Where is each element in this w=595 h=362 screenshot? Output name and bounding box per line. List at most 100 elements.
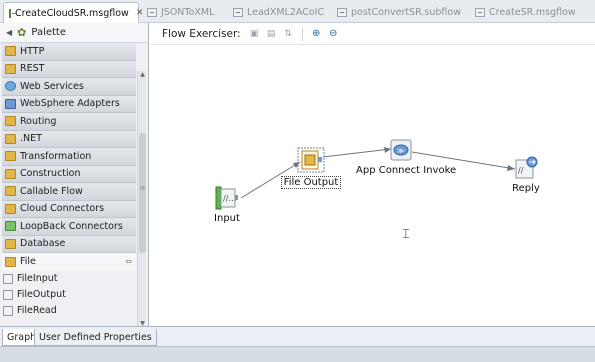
status-bar: [0, 346, 595, 362]
drawer-rest[interactable]: REST: [2, 60, 136, 78]
drawer-label: Web Services: [20, 80, 84, 92]
folder-icon: [5, 46, 16, 57]
editor-tab-bar: CreateCloudSR.msgflow ✕ JSONToXML LeadXM…: [0, 0, 595, 23]
tab-label: postConvertSR.subflow: [351, 7, 461, 18]
app-connect-invoke-icon: ≫: [390, 139, 412, 161]
scroll-grip-icon: ≡: [139, 184, 146, 192]
canvas-toolbar: Flow Exerciser: ▣ ▤ ⇅ ⊕ ⊖: [150, 23, 595, 45]
node-label: Input: [214, 213, 240, 224]
subflow-file-icon: [337, 8, 347, 17]
drawer-label: Database: [20, 238, 66, 250]
drawer-file[interactable]: File ⇔: [2, 253, 136, 271]
node-file-output[interactable]: File Output: [266, 146, 356, 189]
folder-icon: [5, 203, 16, 214]
drawer-label: Construction: [20, 168, 81, 180]
start-flow-exerciser-icon[interactable]: ▣: [249, 28, 260, 39]
drawer-label: File: [20, 256, 36, 268]
node-label: App Connect Invoke: [356, 165, 457, 176]
palette-scrollbar[interactable]: ▲ ≡ ▼: [137, 71, 146, 326]
record-message-icon[interactable]: ▤: [266, 28, 277, 39]
drawer-loopback-connectors[interactable]: LoopBack Connectors: [2, 218, 136, 236]
loopback-icon: [5, 221, 16, 232]
drawer-label: Cloud Connectors: [20, 203, 105, 215]
tab-leadxml2acoic[interactable]: LeadXML2ACoIC: [228, 2, 329, 23]
folder-icon: [5, 63, 16, 74]
file-output-icon: [297, 147, 325, 173]
file-icon: [5, 256, 16, 267]
drawer-transformation[interactable]: Transformation: [2, 148, 136, 166]
node-label: File Output: [280, 176, 342, 189]
drawer-cloud-connectors[interactable]: Cloud Connectors: [2, 200, 136, 218]
drawer-database[interactable]: Database: [2, 235, 136, 253]
palette-node-fileoutput[interactable]: FileOutput: [0, 287, 148, 303]
collapse-palette-icon[interactable]: ◀: [6, 28, 12, 37]
folder-icon: [5, 151, 16, 162]
palette-panel: ◀ ✿ Palette HTTP REST Web Services WebSp…: [0, 23, 149, 326]
drawer-label: WebSphere Adapters: [20, 98, 120, 110]
drawer-label: REST: [20, 63, 45, 75]
tab-label: LeadXML2ACoIC: [247, 7, 325, 18]
svg-text://: //: [518, 166, 524, 175]
mouse-cursor-icon: ⌶: [402, 227, 410, 242]
flow-canvas[interactable]: //… Input File Output ≫ App Connect Invo…: [150, 45, 595, 326]
folder-icon: [5, 116, 16, 127]
file-icon: [147, 8, 157, 17]
drawer-label: .NET: [20, 133, 42, 145]
drawer-construction[interactable]: Construction: [2, 165, 136, 183]
drawer-web-services[interactable]: Web Services: [2, 78, 136, 96]
node-reply[interactable]: // Reply: [481, 155, 571, 194]
drawer-routing[interactable]: Routing: [2, 113, 136, 131]
palette-settings-icon[interactable]: ✿: [17, 26, 26, 39]
drawer-dotnet[interactable]: .NET: [2, 130, 136, 148]
node-app-connect-invoke[interactable]: ≫ App Connect Invoke: [356, 137, 457, 176]
drawer-label: LoopBack Connectors: [20, 220, 123, 232]
drawer-websphere-adapters[interactable]: WebSphere Adapters: [2, 95, 136, 113]
tab-postconvertsr-subflow[interactable]: postConvertSR.subflow: [332, 2, 466, 23]
drawer-pin-icon[interactable]: ⇔: [125, 257, 132, 266]
toolbar-divider: [301, 26, 303, 41]
editor-bottom-tabs: Graph User Defined Properties: [0, 326, 595, 346]
palette-title: Palette: [31, 27, 67, 38]
palette-node-label: FileRead: [17, 305, 57, 316]
folder-icon: [5, 186, 16, 197]
folder-icon: [5, 133, 16, 144]
tab-label: CreateSR.msgflow: [489, 7, 576, 18]
palette-header[interactable]: ◀ ✿ Palette: [0, 23, 148, 43]
tab-label: User Defined Properties: [39, 331, 152, 343]
drawer-callable-flow[interactable]: Callable Flow: [2, 183, 136, 201]
folder-icon: [5, 238, 16, 249]
tab-createsr-msgflow[interactable]: CreateSR.msgflow: [470, 2, 581, 23]
zoom-out-icon[interactable]: ⊖: [328, 28, 339, 39]
palette-node-label: FileOutput: [17, 289, 66, 300]
scroll-up-icon[interactable]: ▲: [138, 71, 147, 78]
mq-input-icon: //…: [215, 186, 238, 210]
file-icon: [233, 8, 243, 17]
palette-node-fileread[interactable]: FileRead: [0, 303, 148, 319]
drawer-label: HTTP: [20, 45, 45, 57]
tab-createcloudsr-msgflow[interactable]: CreateCloudSR.msgflow ✕: [3, 2, 143, 23]
node-label: Reply: [512, 183, 540, 194]
palette-node-fileinput[interactable]: FileInput: [0, 271, 148, 287]
svg-text://…: //…: [223, 194, 236, 203]
reply-icon: //: [515, 156, 538, 179]
tab-jsontoxml[interactable]: JSONToXML: [142, 2, 219, 23]
drawer-label: Routing: [20, 115, 57, 127]
drawer-http[interactable]: HTTP: [2, 43, 136, 61]
tab-label: JSONToXML: [161, 7, 215, 18]
palette-node-label: FileInput: [17, 273, 58, 284]
adapter-icon: [5, 98, 16, 109]
msgflow-file-icon: [9, 8, 16, 18]
flow-exerciser-label: Flow Exerciser:: [162, 27, 241, 40]
drawer-label: Transformation: [20, 150, 92, 162]
drawer-label: Callable Flow: [20, 185, 83, 197]
scrollbar-thumb[interactable]: [139, 133, 146, 253]
svg-text:≫: ≫: [397, 147, 404, 155]
zoom-in-icon[interactable]: ⊕: [311, 28, 322, 39]
view-path-icon[interactable]: ⇅: [283, 28, 294, 39]
tab-label: CreateCloudSR.msgflow: [15, 7, 129, 19]
tab-label: Graph: [7, 331, 37, 343]
tab-user-defined-properties[interactable]: User Defined Properties: [34, 329, 157, 346]
file-input-node-icon: [3, 273, 13, 284]
folder-icon: [5, 168, 16, 179]
node-input[interactable]: //… Input: [182, 185, 272, 224]
